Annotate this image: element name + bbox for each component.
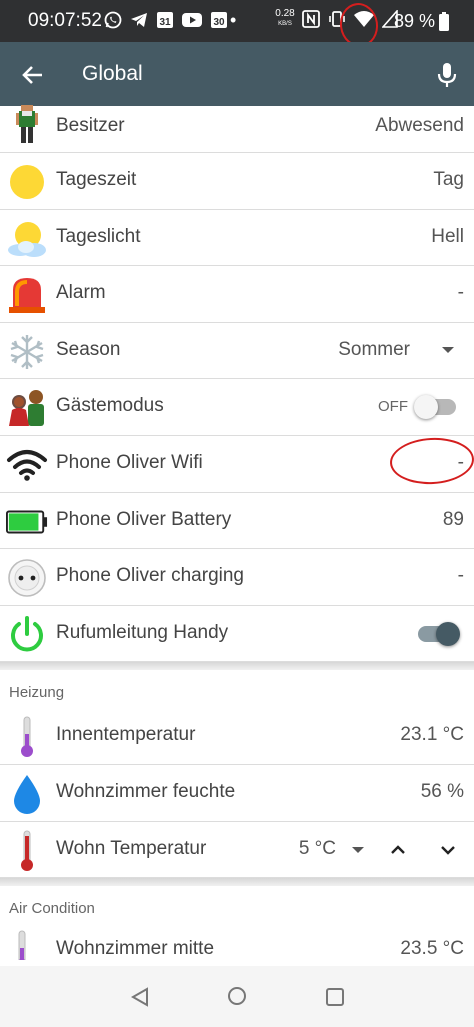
list-item-season[interactable]: Season Sommer: [0, 323, 474, 380]
chevron-down-icon[interactable]: [352, 846, 364, 853]
youtube-icon: [182, 11, 202, 29]
item-label: Phone Oliver Wifi: [56, 451, 203, 473]
temperature-setpoint[interactable]: 5 °C: [299, 838, 336, 860]
circle-home-icon: [228, 987, 246, 1005]
snowflake-icon: [6, 332, 48, 372]
svg-text:30: 30: [213, 17, 225, 28]
calendar-icon: 31: [156, 11, 174, 29]
decrease-button[interactable]: [440, 842, 456, 858]
toggle-state-label: OFF: [378, 398, 408, 416]
section-divider: [0, 878, 474, 887]
item-label: Wohnzimmer feuchte: [56, 780, 236, 802]
thermometer-red-icon: [6, 830, 48, 871]
battery-icon: [6, 502, 48, 542]
season-select-value[interactable]: Sommer: [338, 339, 410, 361]
whatsapp-icon: [104, 11, 122, 29]
alarm-light-icon: [6, 275, 48, 315]
item-value: -: [457, 565, 464, 587]
svg-text:31: 31: [159, 17, 171, 28]
list-item-phone-battery[interactable]: Phone Oliver Battery 89: [0, 493, 474, 550]
microphone-icon: [437, 63, 457, 87]
guest-mode-switch[interactable]: [414, 395, 456, 420]
item-value: 56 %: [420, 780, 464, 802]
power-socket-icon: [6, 558, 48, 598]
voice-search-button[interactable]: [434, 60, 460, 90]
item-label: Tageszeit: [56, 169, 137, 190]
chevron-down-icon: [441, 845, 455, 855]
item-label: Phone Oliver Battery: [56, 508, 232, 530]
list-item-tageszeit[interactable]: Tageszeit Tag: [0, 153, 474, 210]
list-item-rufumleitung[interactable]: Rufumleitung Handy: [0, 606, 474, 663]
section-header-heizung: Heizung: [0, 670, 474, 709]
guests-icon: [6, 388, 48, 428]
switch-knob: [414, 395, 438, 420]
chevron-up-icon: [391, 844, 405, 854]
triangle-back-icon: [130, 987, 148, 1007]
list-item-alarm[interactable]: Alarm -: [0, 266, 474, 323]
battery-percent: 89 %: [394, 11, 436, 31]
arrow-left-icon: [22, 66, 42, 84]
thermometer-purple-icon: [12, 930, 32, 961]
nav-recents-button[interactable]: [325, 987, 345, 1012]
item-value: -: [457, 282, 464, 304]
calendar-icon: 30: [210, 11, 228, 29]
item-label: Gästemodus: [56, 395, 164, 417]
page-title: Global: [82, 62, 143, 85]
increase-button[interactable]: [390, 842, 406, 858]
water-drop-icon: [6, 774, 48, 814]
item-value: Abwesend: [375, 115, 464, 136]
sun-icon: [6, 162, 48, 202]
list-item-tageslicht[interactable]: Tageslicht Hell: [0, 210, 474, 267]
item-label: Besitzer: [56, 115, 125, 136]
item-label: Alarm: [56, 282, 106, 304]
wifi-icon: [6, 445, 48, 485]
item-label: Tageslicht: [56, 225, 141, 247]
notification-icons: 31 30: [104, 11, 228, 29]
nfc-icon: [302, 10, 320, 33]
person-icon: [6, 105, 48, 146]
sun-cloud-icon: [6, 219, 48, 259]
item-label: Phone Oliver charging: [56, 565, 244, 587]
item-value: 23.1 °C: [400, 724, 464, 746]
list-item-besitzer[interactable]: Besitzer Abwesend: [0, 105, 474, 153]
list-item-wohn-temperatur[interactable]: Wohn Temperatur 5 °C: [0, 822, 474, 879]
item-value: Hell: [431, 225, 464, 247]
nav-back-button[interactable]: [130, 987, 150, 1012]
back-button[interactable]: [18, 60, 48, 90]
item-value: 89: [442, 508, 464, 530]
call-forwarding-switch[interactable]: [418, 621, 460, 646]
list-item-wohnzimmer-mitte[interactable]: Wohnzimmer mitte 23.5 °C: [0, 924, 474, 961]
chevron-down-icon[interactable]: [442, 346, 454, 353]
list-item-innentemperatur[interactable]: Innentemperatur 23.1 °C: [0, 708, 474, 765]
item-label: Wohnzimmer mitte: [56, 938, 215, 960]
status-time: 09:07:52: [28, 10, 102, 31]
switch-knob: [436, 621, 460, 646]
nav-home-button[interactable]: [227, 986, 247, 1011]
item-value: Tag: [433, 169, 464, 190]
item-label: Rufumleitung Handy: [56, 621, 229, 643]
system-nav-bar: [0, 966, 474, 1027]
section-divider: [0, 662, 474, 671]
app-bar: Global: [0, 42, 474, 106]
battery-icon: [438, 12, 450, 37]
item-value: 23.5 °C: [400, 938, 464, 960]
thermometer-purple-icon: [6, 716, 48, 758]
item-label: Season: [56, 338, 121, 360]
list-item-phone-charging[interactable]: Phone Oliver charging -: [0, 549, 474, 606]
list-item-gaestemodus[interactable]: Gästemodus OFF: [0, 379, 474, 436]
section-header-air-condition: Air Condition: [0, 886, 474, 925]
item-label: Innentemperatur: [56, 724, 196, 746]
item-label: Wohn Temperatur: [56, 837, 207, 859]
dot-icon: •: [230, 10, 237, 30]
list-item-wohnzimmer-feuchte[interactable]: Wohnzimmer feuchte 56 %: [0, 765, 474, 822]
telegram-icon: [130, 11, 148, 29]
status-bar: 09:07:52 31 30 • 0.28 KB/S 89 %: [0, 0, 474, 50]
power-button-icon: [6, 615, 48, 655]
square-recents-icon: [326, 988, 344, 1006]
item-list: Besitzer Abwesend Tageszeit Tag Tageslic…: [0, 105, 474, 961]
net-speed: 0.28 KB/S: [275, 8, 295, 28]
